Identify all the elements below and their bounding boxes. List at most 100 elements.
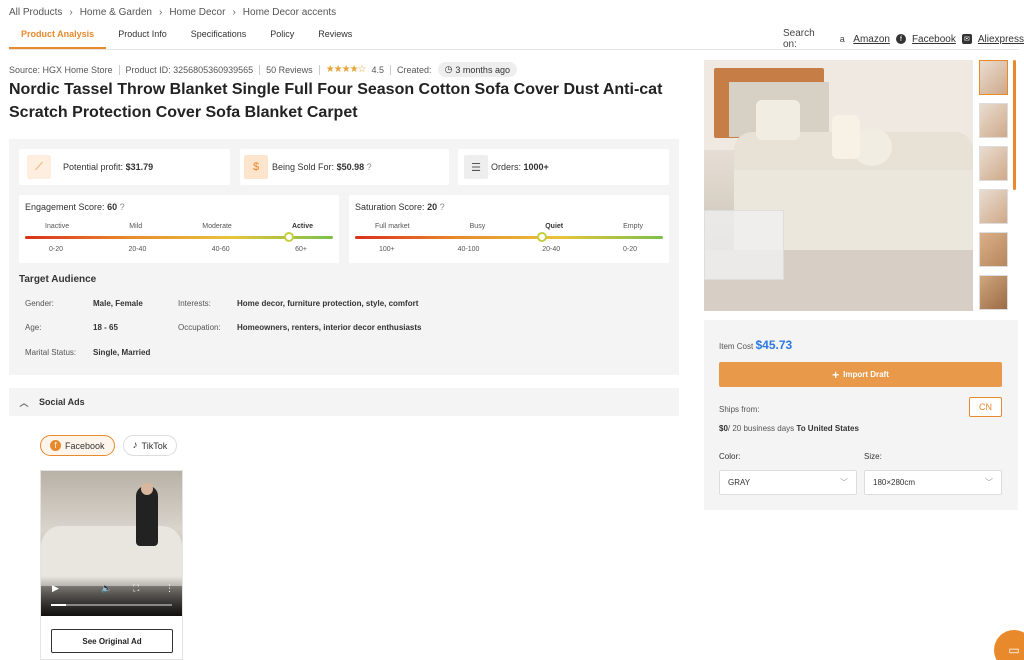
ad-video[interactable]: ▶ 🔈 ⛶ ⋮ <box>41 471 182 616</box>
scale-level: Full market <box>375 223 410 230</box>
search-on-label: Search on: <box>783 28 815 50</box>
engagement-knob <box>284 232 294 242</box>
thumbnail[interactable] <box>979 103 1008 138</box>
item-cost-label: Item Cost <box>719 342 754 351</box>
occupation-text: Homeowners, renters, interior decor enth… <box>237 323 422 332</box>
saturation-title: Saturation Score: 20 ? <box>355 202 445 212</box>
scale-range: 20-40 <box>542 246 561 253</box>
facebook-link[interactable]: Facebook <box>912 34 956 45</box>
more-icon[interactable]: ⋮ <box>165 583 174 594</box>
shipping-info: $0/ 20 business days To United States <box>719 424 859 433</box>
volume-icon[interactable]: 🔈 <box>101 583 112 594</box>
sold-label: Being Sold For: <box>272 162 335 172</box>
divider <box>318 64 320 75</box>
import-draft-label: Import Draft <box>843 370 889 379</box>
breadcrumb-item[interactable]: Home & Garden <box>80 7 152 18</box>
product-main-image[interactable] <box>704 60 973 311</box>
engagement-value: 60 <box>107 202 118 212</box>
platform-switch: f Facebook ♪ TikTok <box>40 435 178 456</box>
chevron-down-icon: ﹀ <box>985 478 993 487</box>
saturation-label: Saturation Score: <box>355 202 425 212</box>
color-value: GRAY <box>728 478 751 487</box>
saturation-scale: Full market Busy Quiet Empty 100+ 40-100… <box>355 223 663 253</box>
item-cost-value: $45.73 <box>755 338 793 352</box>
video-seek-bar[interactable] <box>51 604 172 606</box>
amazon-link[interactable]: Amazon <box>853 34 890 45</box>
purchase-panel: Item Cost $45.73 + Import Draft Ships fr… <box>704 320 1018 510</box>
saturation-bar <box>355 232 663 242</box>
help-icon[interactable]: ? <box>367 162 372 172</box>
thumbnail[interactable] <box>979 232 1008 267</box>
product-id: Product ID: 3256805360939565 <box>125 64 254 75</box>
tab-reviews[interactable]: Reviews <box>306 25 364 49</box>
created-value: 3 months ago <box>455 64 510 75</box>
size-select[interactable]: 180×280cm ﹀ <box>864 470 1002 495</box>
shipping-destination: To United States <box>796 424 859 433</box>
breadcrumb-item[interactable]: All Products <box>9 7 62 18</box>
ship-origin-button[interactable]: CN <box>969 397 1002 417</box>
target-audience-title: Target Audience <box>19 274 97 285</box>
profit-value: $31.79 <box>125 162 154 172</box>
search-on: Search on: a Amazon f Facebook ✉ Aliexpr… <box>783 28 1024 50</box>
pillow-graphic <box>756 100 800 140</box>
thumbnail[interactable] <box>979 275 1008 310</box>
color-label: Color: <box>719 452 741 461</box>
thumbnail[interactable] <box>979 146 1008 181</box>
breadcrumb: All Products › Home & Garden › Home Deco… <box>9 7 336 18</box>
engagement-label: Engagement Score: <box>25 202 105 212</box>
thumbnail-scrollbar[interactable] <box>1013 60 1016 190</box>
table-graphic <box>704 210 784 280</box>
chat-icon[interactable]: ▭ <box>994 630 1024 660</box>
orders-value: 1000+ <box>523 162 549 172</box>
scale-range: 40-60 <box>211 246 230 253</box>
breadcrumb-item[interactable]: Home Decor <box>169 7 225 18</box>
size-label: Size: <box>864 452 882 461</box>
ad-card: ▶ 🔈 ⛶ ⋮ See Original Ad <box>40 470 183 660</box>
dollar-icon: $ <box>244 155 268 179</box>
gender-label: Gender: <box>25 299 54 308</box>
occupation-value: Homeowners, renters, interior decor enth… <box>237 323 422 332</box>
scale-level: Active <box>291 223 313 230</box>
aliexpress-link[interactable]: Aliexpress <box>978 34 1024 45</box>
tab-product-analysis[interactable]: Product Analysis <box>9 25 107 49</box>
help-icon[interactable]: ? <box>120 202 125 212</box>
gender-text: Male, Female <box>93 299 143 308</box>
marital-value: Single, Married <box>93 348 150 357</box>
age-label: Age: <box>25 323 42 332</box>
chevron-up-icon[interactable]: ︿ <box>9 396 39 409</box>
color-select[interactable]: GRAY ﹀ <box>719 470 857 495</box>
tab-policy[interactable]: Policy <box>258 25 306 49</box>
age-text: 18 - 65 <box>93 323 118 332</box>
profit-label: Potential profit: <box>63 162 124 172</box>
facebook-icon: f <box>895 34 906 44</box>
aliexpress-icon: ✉ <box>961 34 972 44</box>
import-draft-button[interactable]: + Import Draft <box>719 362 1002 387</box>
person-graphic <box>136 486 158 546</box>
marital-label: Marital Status: <box>25 348 77 357</box>
interests-value: Home decor, furniture protection, style,… <box>237 299 418 308</box>
breadcrumb-item[interactable]: Home Decor accents <box>243 7 336 18</box>
face-graphic <box>141 483 153 495</box>
divider <box>259 64 261 75</box>
source: Source: HGX Home Store <box>9 64 113 75</box>
sold-text: Being Sold For: $50.98 ? <box>272 162 372 172</box>
facebook-platform-button[interactable]: f Facebook <box>40 435 115 456</box>
tab-specifications[interactable]: Specifications <box>179 25 259 49</box>
facebook-platform-label: Facebook <box>65 440 105 451</box>
tab-product-info[interactable]: Product Info <box>106 25 179 49</box>
help-icon[interactable]: ? <box>440 202 445 212</box>
thumbnail[interactable] <box>979 60 1008 95</box>
tiktok-platform-button[interactable]: ♪ TikTok <box>122 435 178 456</box>
scale-level: Inactive <box>45 223 70 230</box>
review-count[interactable]: 50 Reviews <box>266 65 313 75</box>
gender-value: Male, Female <box>93 299 143 308</box>
fullscreen-icon[interactable]: ⛶ <box>133 583 139 594</box>
orders-card: ☰ Orders: 1000+ <box>458 149 669 185</box>
social-ads-header[interactable]: ︿ Social Ads <box>9 388 679 416</box>
engagement-card: Engagement Score: 60 ? Inactive Mild Mod… <box>19 195 339 263</box>
scale-range: 0-20 <box>49 246 64 253</box>
thumbnail[interactable] <box>979 189 1008 224</box>
see-original-ad-button[interactable]: See Original Ad <box>51 629 173 653</box>
divider <box>390 64 392 75</box>
play-icon[interactable]: ▶ <box>52 583 59 594</box>
